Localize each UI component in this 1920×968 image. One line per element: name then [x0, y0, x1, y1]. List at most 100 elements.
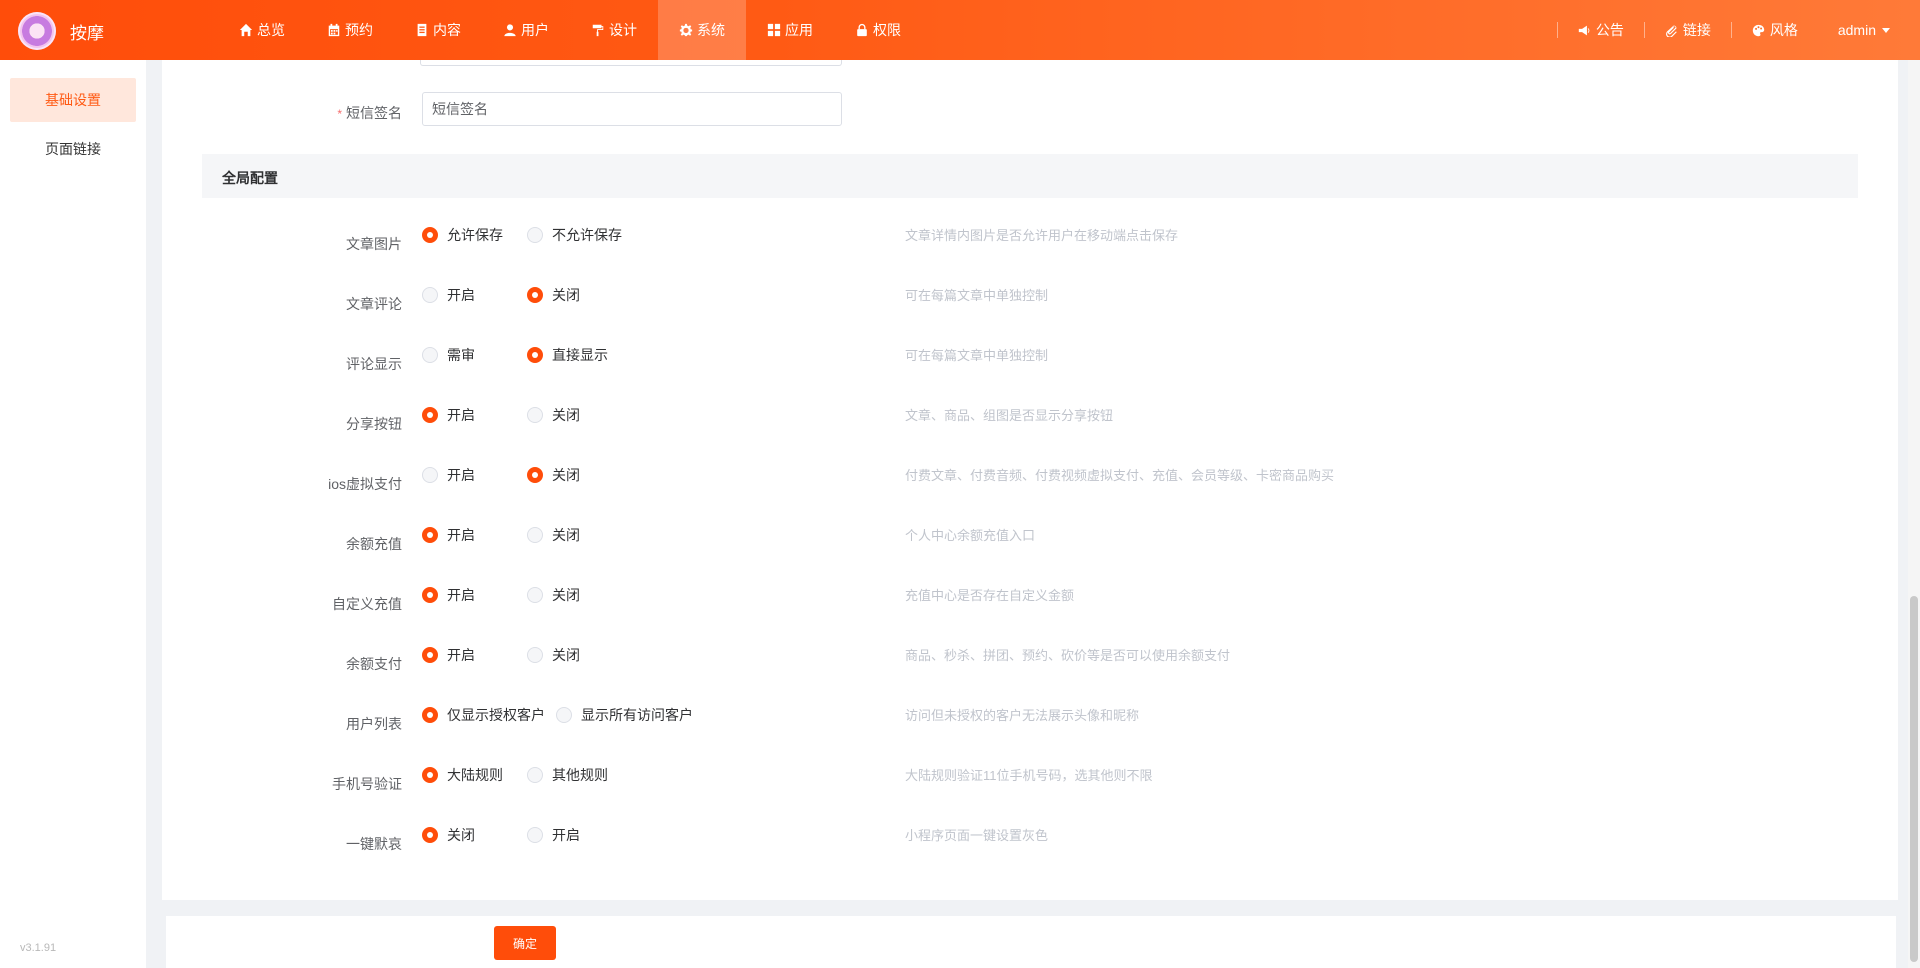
- home-icon: [239, 23, 253, 37]
- sms-sign-input[interactable]: [422, 92, 842, 126]
- announcement-label: 公告: [1595, 22, 1624, 38]
- radio-label: 其他规则: [552, 767, 608, 783]
- nav-item-content[interactable]: 内容: [394, 0, 482, 60]
- radio-option[interactable]: 大陆规则: [422, 765, 503, 785]
- nav-item-apps[interactable]: 应用: [746, 0, 834, 60]
- setting-label: 评论显示: [346, 356, 402, 372]
- calendar-icon: [327, 23, 341, 37]
- radio-option[interactable]: 关闭: [527, 285, 580, 305]
- nav-item-label: 预约: [345, 22, 373, 38]
- radio-option[interactable]: 直接显示: [527, 345, 608, 365]
- radio-circle: [556, 707, 572, 723]
- app-logo[interactable]: [18, 12, 56, 50]
- setting-label: 文章评论: [346, 296, 402, 312]
- radio-label: 开启: [447, 587, 475, 603]
- radio-option[interactable]: 关闭: [527, 645, 580, 665]
- radio-option[interactable]: 开启: [527, 825, 580, 845]
- radio-option[interactable]: 开启: [422, 585, 475, 605]
- bottom-action-bar: [166, 916, 1896, 968]
- radio-option[interactable]: 允许保存: [422, 225, 503, 245]
- nav-item-booking[interactable]: 预约: [306, 0, 394, 60]
- radio-option[interactable]: 仅显示授权客户: [422, 705, 545, 725]
- radio-circle: [422, 707, 438, 723]
- radio-option[interactable]: 关闭: [527, 405, 580, 425]
- radio-label: 开启: [447, 287, 475, 303]
- nav-item-label: 系统: [697, 22, 725, 38]
- brand-name: 按摩: [70, 24, 104, 43]
- nav-item-system[interactable]: 系统: [658, 0, 746, 60]
- links-label: 链接: [1682, 22, 1711, 38]
- scrollbar-thumb[interactable]: [1910, 596, 1918, 962]
- setting-hint: 商品、秒杀、拼团、预约、砍价等是否可以使用余额支付: [905, 648, 1231, 663]
- setting-label: 自定义充值: [332, 596, 402, 612]
- radio-option[interactable]: 显示所有访问客户: [556, 705, 693, 725]
- sidebar-item-page-links[interactable]: 页面链接: [10, 127, 136, 171]
- radio-option[interactable]: 开启: [422, 525, 475, 545]
- setting-hint: 个人中心余额充值入口: [905, 528, 1036, 543]
- announcement-button[interactable]: 公告: [1556, 22, 1644, 38]
- radio-circle: [422, 407, 438, 423]
- radio-circle: [422, 347, 438, 363]
- radio-option[interactable]: 关闭: [527, 585, 580, 605]
- radio-circle: [527, 767, 543, 783]
- radio-option[interactable]: 开启: [422, 465, 475, 485]
- radio-label: 开启: [447, 467, 475, 483]
- sms-sign-label: * 短信签名: [337, 105, 402, 121]
- radio-option[interactable]: 不允许保存: [527, 225, 622, 245]
- nav-item-label: 内容: [433, 22, 461, 38]
- setting-label: 余额支付: [346, 656, 402, 672]
- setting-label: 分享按钮: [346, 416, 402, 432]
- theme-button[interactable]: 风格: [1730, 22, 1818, 38]
- setting-hint: 文章详情内图片是否允许用户在移动端点击保存: [905, 228, 1179, 243]
- radio-option[interactable]: 开启: [422, 645, 475, 665]
- setting-hint: 访问但未授权的客户无法展示头像和昵称: [905, 708, 1140, 723]
- grid-icon: [767, 23, 781, 37]
- setting-hint: 大陆规则验证11位手机号码，选其他则不限: [905, 768, 1153, 783]
- document-icon: [415, 23, 429, 37]
- setting-hint: 小程序页面一键设置灰色: [905, 828, 1049, 843]
- setting-label: 余额充值: [346, 536, 402, 552]
- sidebar-item-label: 基础设置: [45, 92, 101, 108]
- user-menu[interactable]: admin: [1818, 22, 1920, 38]
- nav-item-permissions[interactable]: 权限: [834, 0, 922, 60]
- nav-item-users[interactable]: 用户: [482, 0, 570, 60]
- radio-circle: [422, 587, 438, 603]
- radio-option[interactable]: 关闭: [527, 465, 580, 485]
- radio-label: 直接显示: [552, 347, 608, 363]
- header-tools: 公告 链接 风格 admin: [1556, 0, 1920, 60]
- gear-icon: [679, 23, 693, 37]
- version-label: v3.1.91: [20, 942, 57, 954]
- nav-item-label: 应用: [785, 22, 813, 38]
- radio-label: 关闭: [552, 467, 580, 483]
- nav-item-label: 权限: [873, 22, 901, 38]
- radio-label: 允许保存: [447, 227, 503, 243]
- setting-hint: 文章、商品、组图是否显示分享按钮: [905, 408, 1114, 423]
- radio-option[interactable]: 其他规则: [527, 765, 608, 785]
- required-mark: *: [337, 107, 342, 121]
- previous-input-edge: [420, 60, 842, 66]
- radio-label: 显示所有访问客户: [581, 707, 693, 723]
- radio-circle: [422, 287, 438, 303]
- nav-item-design[interactable]: 设计: [570, 0, 658, 60]
- radio-option[interactable]: 开启: [422, 285, 475, 305]
- radio-label: 关闭: [552, 287, 580, 303]
- main-nav: 总览 预约 内容 用户 设计 系统 应用 权限: [218, 0, 922, 60]
- chevron-down-icon: [1882, 27, 1890, 33]
- links-button[interactable]: 链接: [1643, 22, 1731, 38]
- radio-option[interactable]: 开启: [422, 405, 475, 425]
- radio-circle: [422, 527, 438, 543]
- top-header: 按摩 总览 预约 内容 用户 设计 系统 应用 权限 公告 链接 风格 admi…: [0, 0, 1920, 60]
- radio-circle: [527, 587, 543, 603]
- megaphone-icon: [1578, 25, 1590, 35]
- radio-label: 关闭: [552, 647, 580, 663]
- nav-item-overview[interactable]: 总览: [218, 0, 306, 60]
- radio-option[interactable]: 关闭: [422, 825, 475, 845]
- setting-label: 文章图片: [346, 236, 402, 252]
- confirm-button[interactable]: 确定: [494, 926, 556, 960]
- lock-icon: [855, 23, 869, 37]
- sidebar-item-basic-settings[interactable]: 基础设置: [10, 78, 136, 122]
- radio-option[interactable]: 关闭: [527, 525, 580, 545]
- radio-circle: [527, 647, 543, 663]
- radio-option[interactable]: 需审: [422, 345, 475, 365]
- setting-label: 手机号验证: [332, 776, 402, 792]
